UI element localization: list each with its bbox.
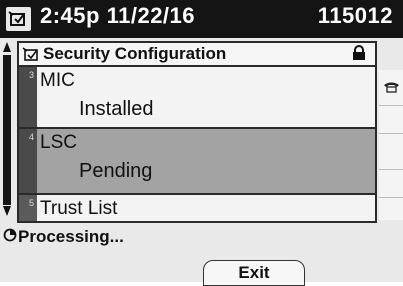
- line-key-column: [379, 70, 403, 220]
- list-item-lsc[interactable]: 4 LSC Pending: [19, 129, 375, 195]
- security-configuration-panel: Security Configuration 3 MIC Installed 4…: [17, 41, 377, 223]
- phone-screen: 2:45p 11/22/16 115012 Security Configura…: [0, 0, 403, 286]
- header-extension: 115012: [317, 3, 393, 28]
- status-line: Processing...: [0, 224, 379, 248]
- spinner-icon: [3, 228, 17, 247]
- line-key[interactable]: [379, 170, 403, 198]
- scrollbar[interactable]: [0, 40, 14, 220]
- scroll-track[interactable]: [3, 55, 11, 205]
- header-datetime: 2:45p 11/22/16: [40, 3, 196, 28]
- panel-title-bar: Security Configuration: [19, 43, 375, 67]
- item-number-tab: [19, 195, 37, 221]
- list-item-mic[interactable]: 3 MIC Installed: [19, 67, 375, 129]
- status-header: 2:45p 11/22/16 115012: [0, 0, 403, 38]
- line-key[interactable]: [379, 106, 403, 134]
- scroll-down-arrow-icon[interactable]: [2, 204, 12, 222]
- item-label: LSC: [40, 132, 77, 153]
- line-key[interactable]: [379, 134, 403, 170]
- item-number-tab: [19, 67, 37, 127]
- settings-check-icon: [22, 46, 40, 67]
- exit-button[interactable]: Exit: [203, 260, 305, 286]
- item-status: Installed: [79, 98, 154, 120]
- item-number: 5: [29, 198, 35, 208]
- lock-icon: [352, 45, 366, 66]
- phone-menu-icon: [6, 7, 31, 31]
- panel-title: Security Configuration: [43, 44, 227, 63]
- list-item-trust-list[interactable]: 5 Trust List: [19, 195, 375, 221]
- item-number-tab: [19, 129, 37, 193]
- item-label: MIC: [40, 70, 75, 91]
- line-key[interactable]: [379, 198, 403, 220]
- item-number: 4: [29, 132, 35, 142]
- status-text: Processing...: [18, 227, 124, 246]
- line-key[interactable]: [379, 70, 403, 106]
- item-status: Pending: [79, 160, 153, 182]
- item-label: Trust List: [40, 198, 118, 219]
- handset-icon: [383, 80, 400, 98]
- item-number: 3: [29, 70, 35, 80]
